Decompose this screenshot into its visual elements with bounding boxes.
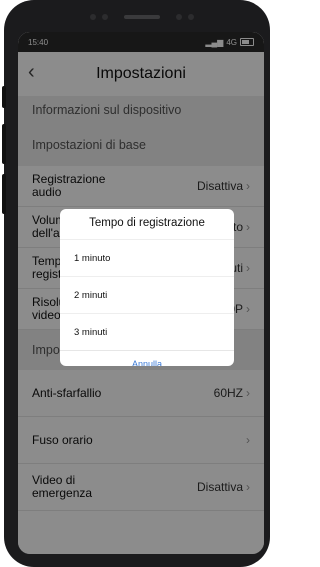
dialog-option[interactable]: 1 minuto xyxy=(60,239,234,276)
recording-time-dialog: Tempo di registrazione 1 minuto 2 minuti… xyxy=(60,209,234,366)
volume-down-button xyxy=(2,174,6,214)
front-sensor xyxy=(90,14,96,20)
side-button xyxy=(2,86,6,108)
volume-up-button xyxy=(2,124,6,164)
earpiece-speaker xyxy=(124,15,160,19)
phone-device: 15:40 ▂▄▆ 4G ‹ Impostazioni Informazioni… xyxy=(2,0,270,567)
front-sensor xyxy=(102,14,108,20)
front-sensor xyxy=(188,14,194,20)
front-camera xyxy=(176,14,182,20)
dialog-cancel-button[interactable]: Annulla xyxy=(60,350,234,366)
dialog-option[interactable]: 3 minuti xyxy=(60,313,234,350)
dialog-title: Tempo di registrazione xyxy=(89,217,205,229)
dialog-option[interactable]: 2 minuti xyxy=(60,276,234,313)
phone-screen: 15:40 ▂▄▆ 4G ‹ Impostazioni Informazioni… xyxy=(18,32,264,554)
